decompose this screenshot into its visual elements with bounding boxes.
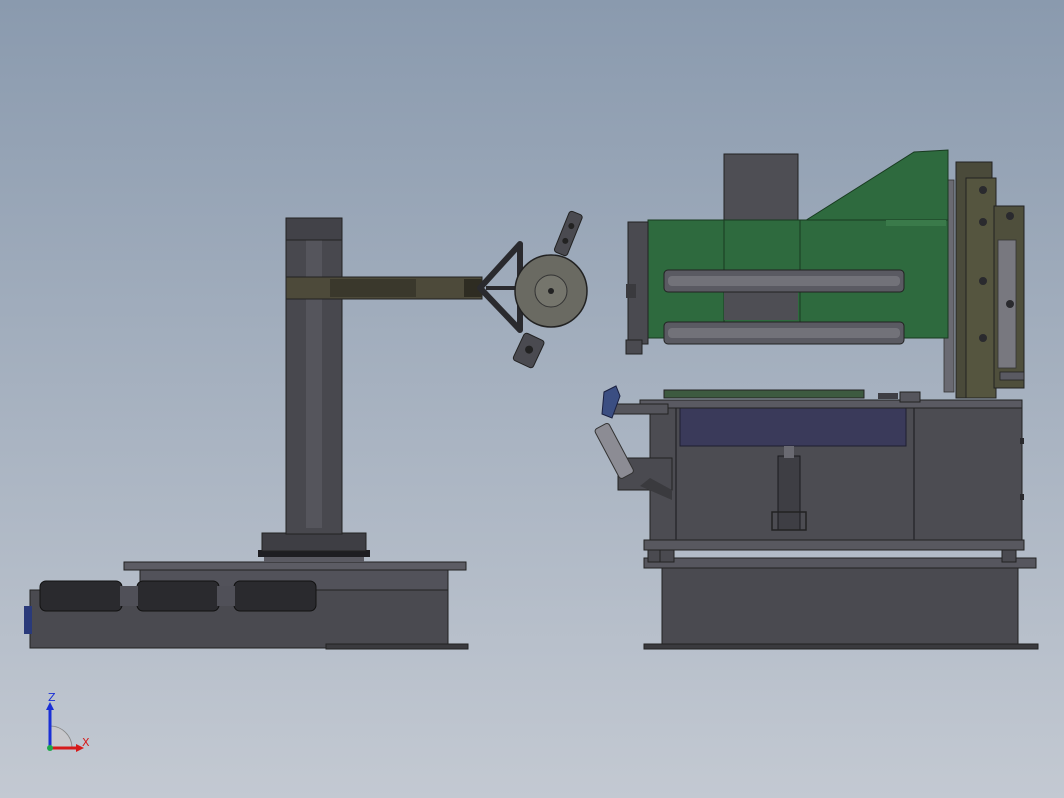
column-bolt bbox=[1006, 212, 1014, 220]
press-housing bbox=[723, 153, 799, 227]
roller-2 bbox=[136, 580, 220, 612]
cabinet-bottom-lip bbox=[643, 539, 1025, 551]
clamp-arm bbox=[611, 403, 669, 415]
lift-cylinder bbox=[777, 455, 801, 531]
frame-roller-lower-core bbox=[668, 328, 900, 338]
side-screw bbox=[1020, 494, 1024, 500]
table-block bbox=[899, 391, 921, 403]
robot-turntable-plate bbox=[123, 561, 467, 571]
upper-gripper bbox=[553, 210, 583, 257]
pillar-robot bbox=[24, 210, 588, 650]
station-foot-plate bbox=[643, 643, 1039, 650]
roller-1 bbox=[39, 580, 123, 612]
arm-inner-segment bbox=[330, 279, 416, 297]
work-table bbox=[639, 399, 1023, 409]
frame-hook bbox=[627, 221, 649, 345]
effector-center bbox=[548, 288, 554, 294]
frame-flange bbox=[886, 220, 946, 226]
frame-hook-tab bbox=[625, 339, 643, 355]
frame-hook-tab bbox=[626, 284, 636, 298]
mount-plate bbox=[999, 371, 1025, 381]
table-block bbox=[878, 393, 898, 399]
pillar-cap bbox=[285, 217, 343, 241]
triad-origin bbox=[47, 745, 53, 751]
triad-sector bbox=[49, 725, 73, 749]
machine-assembly-drawing[interactable] bbox=[0, 0, 1064, 798]
clamp-cylinder bbox=[594, 423, 634, 479]
roller-joint bbox=[217, 586, 235, 606]
column-plate bbox=[965, 177, 997, 399]
turntable-disk bbox=[261, 532, 367, 552]
x-axis-label: X bbox=[82, 736, 90, 749]
roller-joint bbox=[120, 586, 138, 606]
column-bolt bbox=[979, 218, 987, 226]
robot-base-plate bbox=[325, 643, 469, 650]
triad-graphic bbox=[46, 702, 84, 752]
table-board bbox=[663, 389, 865, 399]
frame-roller-upper-core bbox=[668, 276, 900, 286]
column-bolt bbox=[979, 334, 987, 342]
motor-cap bbox=[24, 606, 32, 634]
column-bolt bbox=[979, 186, 987, 194]
coordinate-triad: Z X bbox=[40, 692, 100, 756]
column-bolt bbox=[1006, 300, 1014, 308]
side-screw bbox=[1020, 438, 1024, 444]
lower-gripper bbox=[512, 332, 545, 369]
work-tray bbox=[679, 407, 907, 447]
roller-3 bbox=[233, 580, 317, 612]
cylinder-rod bbox=[784, 446, 794, 458]
station-rail bbox=[643, 557, 1037, 569]
column-bolt bbox=[979, 277, 987, 285]
press-wedge bbox=[799, 149, 949, 229]
turntable-foot bbox=[264, 557, 364, 562]
workstation bbox=[594, 149, 1039, 650]
cad-viewport[interactable]: Z X bbox=[0, 0, 1064, 798]
z-axis-label: Z bbox=[48, 691, 56, 704]
station-base bbox=[661, 567, 1019, 647]
